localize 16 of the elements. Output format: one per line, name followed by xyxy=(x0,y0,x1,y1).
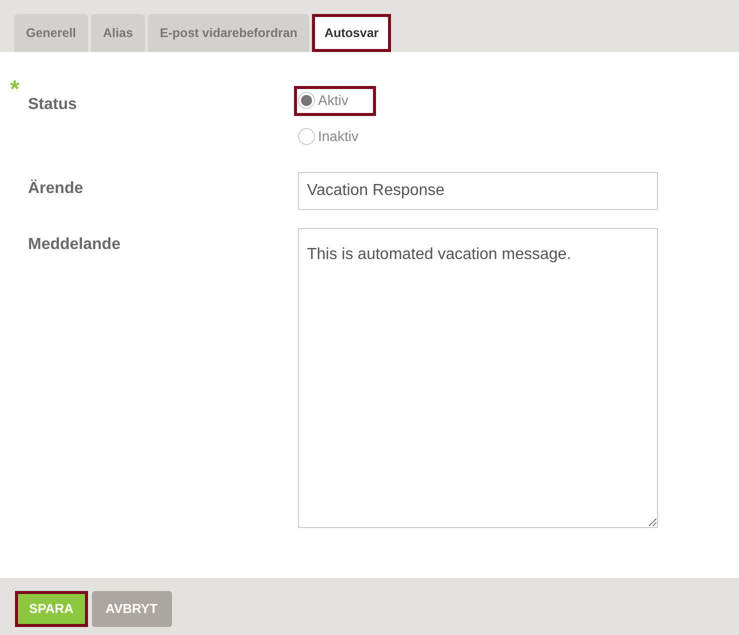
field-label: Ärende xyxy=(28,178,84,199)
field-label: Meddelande xyxy=(28,235,122,255)
required-mark: * xyxy=(10,78,20,102)
tab[interactable]: E-post vidarebefordran xyxy=(148,14,310,52)
field-label: Status xyxy=(28,95,78,115)
tab[interactable]: Autosvar xyxy=(312,14,391,52)
radio-option[interactable]: Aktiv xyxy=(294,86,376,116)
radio-button[interactable] xyxy=(298,128,315,145)
tab[interactable]: Generell xyxy=(14,14,88,52)
radio-option[interactable]: Inaktiv xyxy=(294,122,386,152)
subject-field[interactable]: Vacation Response xyxy=(298,172,658,210)
save-button[interactable]: SPARA xyxy=(15,591,88,627)
cancel-button[interactable]: AVBRYT xyxy=(92,591,172,627)
tab[interactable]: Alias xyxy=(91,14,145,52)
message-field[interactable]: This is automated vacation message. xyxy=(298,228,658,528)
radio-button[interactable] xyxy=(298,92,315,109)
